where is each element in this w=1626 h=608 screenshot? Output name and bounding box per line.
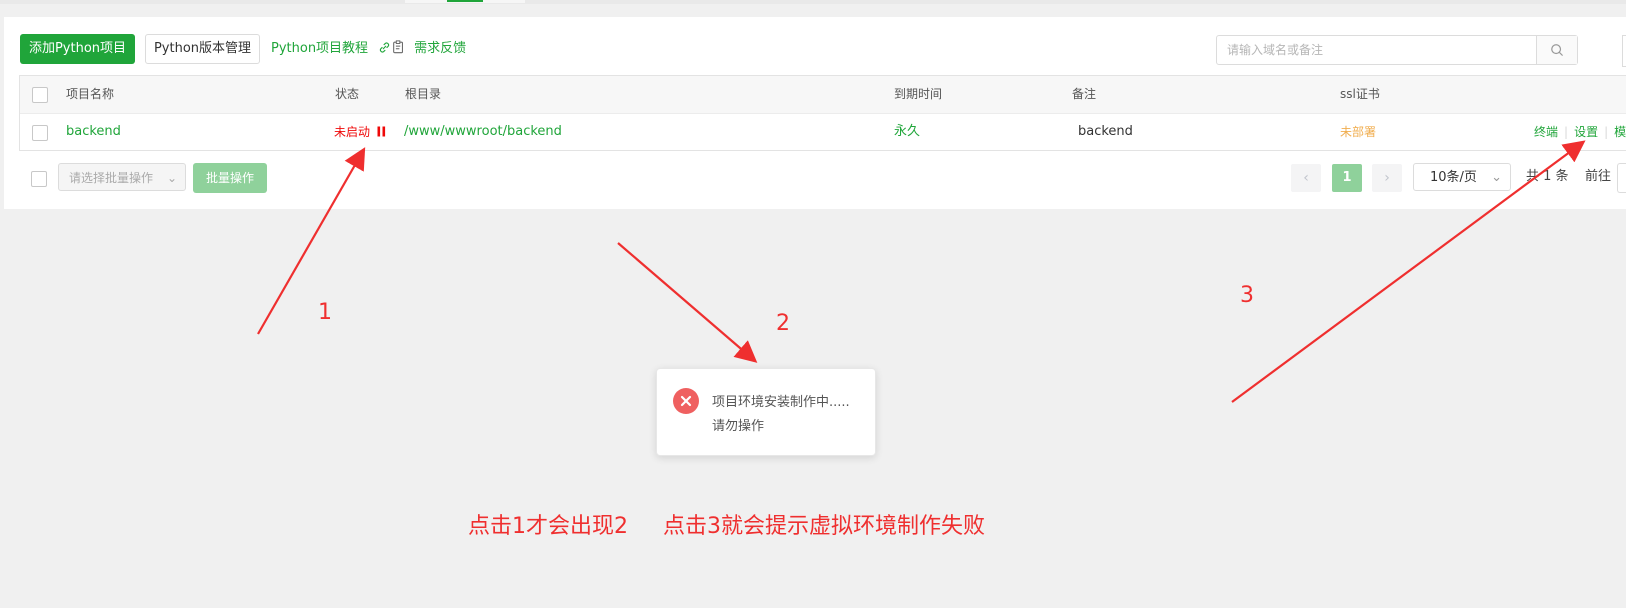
annotation-caption: 点击1才会出现2 点击3就会提示虚拟环境制作失败: [468, 514, 985, 539]
toast-message: 项目环境安装制作中.....: [712, 395, 850, 410]
arrow-3: [1231, 140, 1586, 403]
annotation-number-1: 1: [318, 300, 332, 325]
loading-toast: 项目环境安装制作中..... 请勿操作: [656, 368, 876, 456]
arrow-2: [617, 242, 758, 363]
annotation-number-2: 2: [776, 311, 790, 336]
annotation-number-3: 3: [1240, 283, 1254, 308]
error-icon: [673, 388, 699, 414]
arrow-1: [257, 147, 366, 335]
toast-submessage: 请勿操作: [712, 419, 765, 434]
